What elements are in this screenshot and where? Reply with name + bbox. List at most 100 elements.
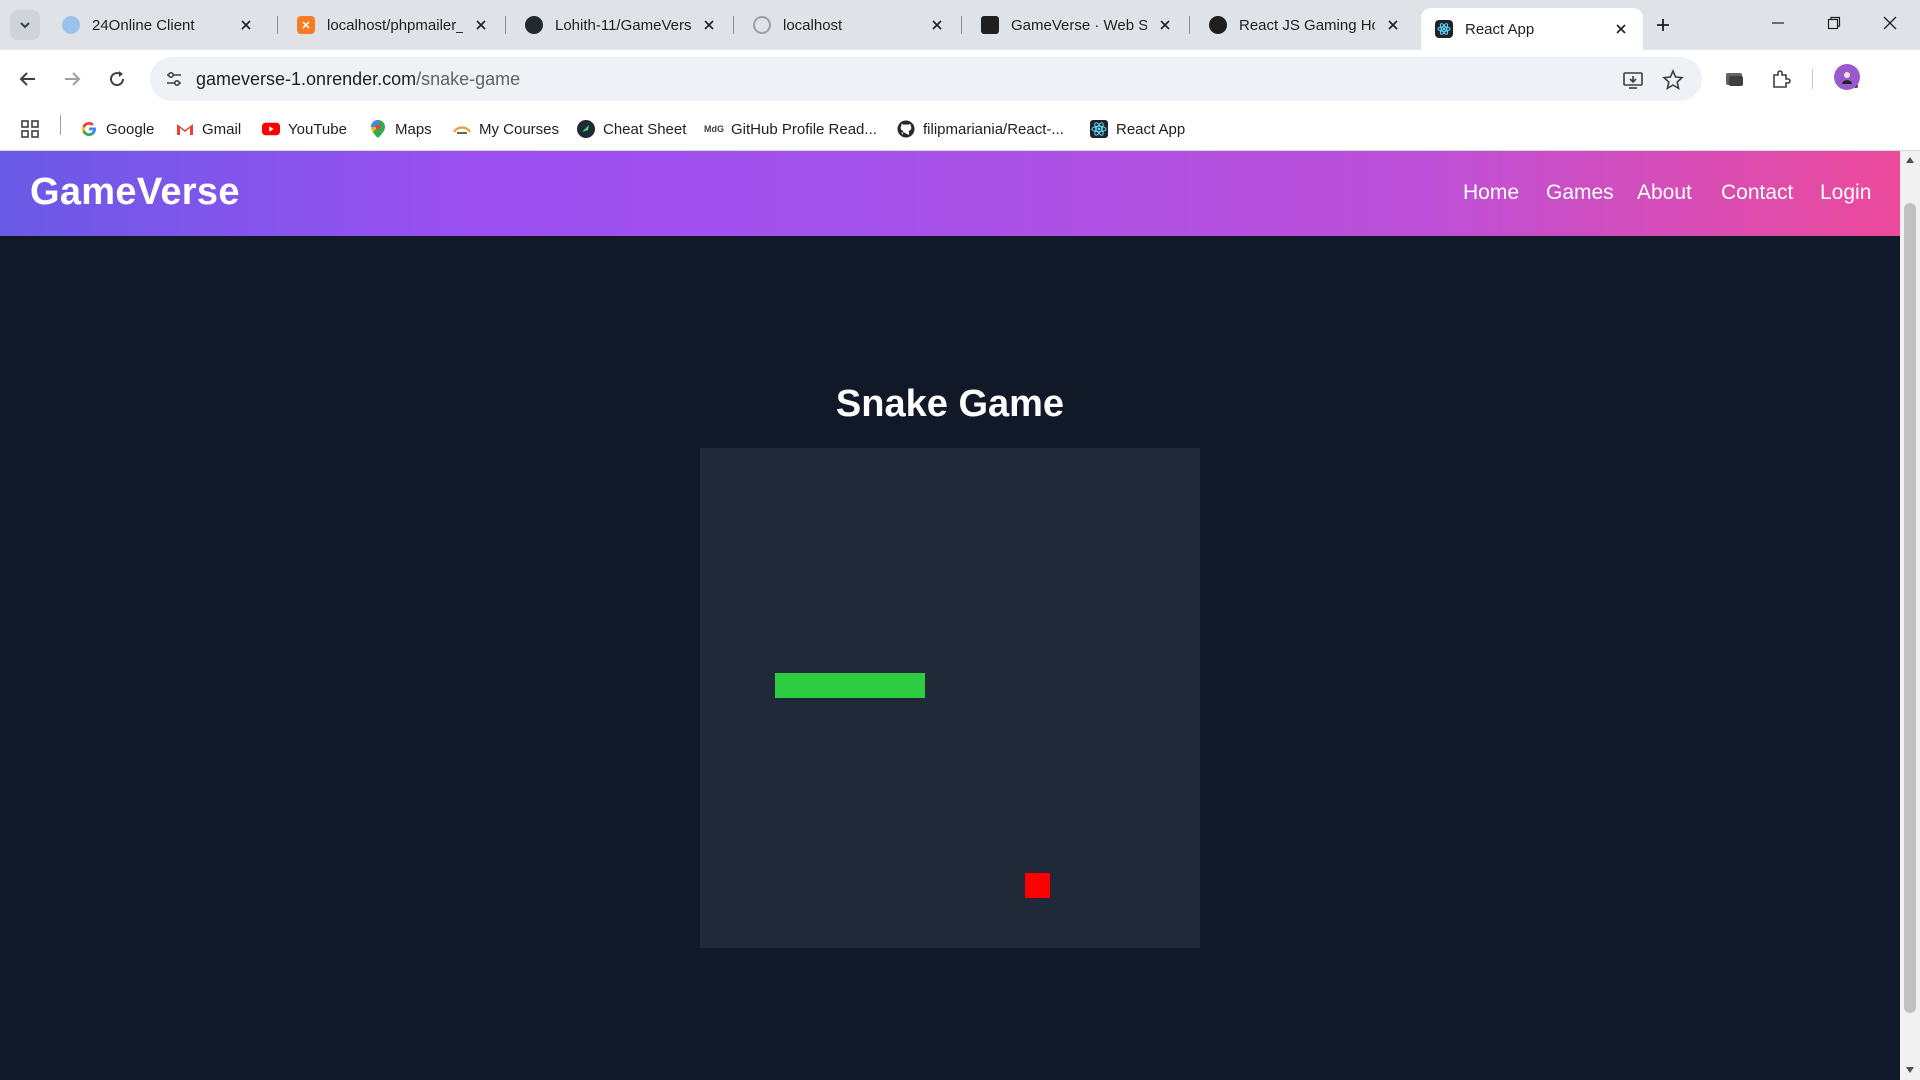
bookmark-label: GitHub Profile Read... — [731, 120, 877, 138]
nav-link-about[interactable]: About — [1637, 181, 1692, 205]
bookmark-label: Gmail — [202, 120, 242, 138]
extensions-menu-button[interactable] — [1765, 63, 1797, 95]
bookmark-label: React App — [1116, 120, 1186, 138]
courses-icon — [453, 120, 471, 138]
scroll-down-arrow-icon[interactable] — [1905, 1065, 1915, 1075]
globe-icon — [753, 16, 771, 34]
bookmark-label: Cheat Sheet — [603, 120, 687, 138]
bookmark-youtube[interactable]: YouTube — [262, 118, 347, 140]
close-icon — [1883, 16, 1897, 30]
reload-button[interactable] — [101, 63, 133, 95]
tab-github-gameverse[interactable]: Lohith-11/GameVers — [511, 8, 731, 42]
nav-link-contact[interactable]: Contact — [1721, 181, 1793, 205]
tab-close-icon[interactable] — [471, 15, 491, 35]
react-icon — [1090, 120, 1108, 138]
snake-segment — [875, 673, 900, 698]
scroll-up-arrow-icon[interactable] — [1905, 155, 1915, 165]
tab-localhost[interactable]: localhost — [739, 8, 959, 42]
tab-label: Lohith-11/GameVers — [555, 16, 691, 34]
tab-separator — [277, 16, 278, 34]
tab-render[interactable]: GameVerse · Web S — [967, 8, 1187, 42]
bookmark-google[interactable]: Google — [80, 118, 154, 140]
tab-separator — [961, 16, 962, 34]
bookmark-star-button[interactable] — [1660, 67, 1686, 93]
new-tab-button[interactable] — [1650, 12, 1676, 38]
tab-close-icon[interactable] — [1155, 15, 1175, 35]
snake-segment — [900, 673, 925, 698]
star-icon — [1662, 69, 1684, 91]
bookmark-label: My Courses — [479, 120, 560, 138]
back-button[interactable] — [12, 63, 44, 95]
game-board[interactable] — [700, 448, 1200, 948]
maps-icon — [369, 120, 387, 138]
url-host: gameverse-1.onrender.com — [196, 69, 417, 89]
game-title: Snake Game — [835, 383, 1065, 425]
toolbar-divider — [1812, 69, 1813, 89]
page-scrollbar[interactable] — [1900, 151, 1920, 1080]
url-text[interactable]: gameverse-1.onrender.com/snake-game — [196, 69, 520, 90]
scrollbar-thumb[interactable] — [1904, 203, 1916, 1013]
close-window-button[interactable] — [1862, 0, 1918, 46]
bookmark-react-app[interactable]: React App — [1090, 118, 1185, 140]
render-icon — [981, 16, 999, 34]
minimize-button[interactable] — [1750, 0, 1806, 46]
install-app-button[interactable] — [1620, 67, 1646, 93]
plus-icon — [1657, 19, 1669, 31]
puzzle-icon — [1773, 70, 1791, 88]
person-icon — [1842, 72, 1852, 84]
tab-react-app[interactable]: React App — [1421, 8, 1643, 50]
reload-icon — [110, 71, 125, 87]
extension-app-icon — [1726, 73, 1743, 86]
bookmark-gmail[interactable]: Gmail — [176, 118, 241, 140]
google-icon — [80, 120, 98, 138]
tab-close-icon[interactable] — [699, 15, 719, 35]
restore-button[interactable] — [1806, 0, 1862, 46]
xampp-icon: ✕ — [297, 16, 315, 34]
site-logo[interactable]: GameVerse — [30, 171, 240, 214]
bookmark-label: Maps — [395, 120, 432, 138]
bookmark-filipmariania[interactable]: filipmariania/React-... — [897, 118, 1064, 140]
site-info-button[interactable] — [158, 63, 190, 95]
nav-link-home[interactable]: Home — [1463, 181, 1519, 205]
tab-label: GameVerse · Web S — [1011, 16, 1147, 34]
snake-segment — [800, 673, 825, 698]
tab-label: localhost/phpmailer_ — [327, 16, 463, 34]
tab-separator — [505, 16, 506, 34]
github-icon — [525, 16, 543, 34]
tab-label: 24Online Client — [92, 16, 195, 34]
bookmark-my-courses[interactable]: My Courses — [453, 118, 559, 140]
address-bar[interactable]: gameverse-1.onrender.com/snake-game — [150, 57, 1702, 101]
github-icon — [897, 120, 915, 138]
profile-avatar[interactable] — [1834, 64, 1860, 90]
youtube-icon — [262, 120, 280, 138]
bookmark-github-profile-readme[interactable]: MdG GitHub Profile Read... — [704, 118, 877, 140]
site-navbar: GameVerse Home Games About Contact Login — [0, 151, 1900, 236]
nav-link-login[interactable]: Login — [1820, 181, 1871, 205]
extension-button[interactable] — [1719, 63, 1751, 95]
forward-button[interactable] — [56, 63, 88, 95]
snake-segment — [775, 673, 800, 698]
tab-chatgpt[interactable]: React JS Gaming Ho — [1195, 8, 1415, 42]
bookmarks-bar: Google Gmail YouTube Maps My Courses Che… — [0, 108, 1920, 151]
tab-separator — [733, 16, 734, 34]
tab-close-icon[interactable] — [927, 15, 947, 35]
install-icon — [1623, 72, 1643, 89]
forward-arrow-icon — [65, 72, 81, 86]
apps-grid-icon — [21, 120, 39, 138]
nav-link-games[interactable]: Games — [1546, 181, 1614, 205]
apps-button[interactable] — [20, 118, 40, 140]
tab-search-button[interactable] — [10, 10, 40, 40]
bookmark-maps[interactable]: Maps — [369, 118, 432, 140]
tab-close-icon[interactable] — [1611, 19, 1631, 39]
bookmark-label: YouTube — [288, 120, 347, 138]
tab-24online[interactable]: 24Online Client — [48, 8, 268, 42]
browser-toolbar: gameverse-1.onrender.com/snake-game — [0, 50, 1920, 108]
gmail-icon — [176, 120, 194, 138]
snake-segment — [850, 673, 875, 698]
bookmark-cheat-sheet[interactable]: Cheat Sheet — [577, 118, 686, 140]
minimize-icon — [1772, 22, 1784, 24]
tab-phpmailer[interactable]: ✕ localhost/phpmailer_ — [283, 8, 503, 42]
tab-close-icon[interactable] — [236, 15, 256, 35]
tab-close-icon[interactable] — [1383, 15, 1403, 35]
react-icon — [1435, 20, 1453, 38]
